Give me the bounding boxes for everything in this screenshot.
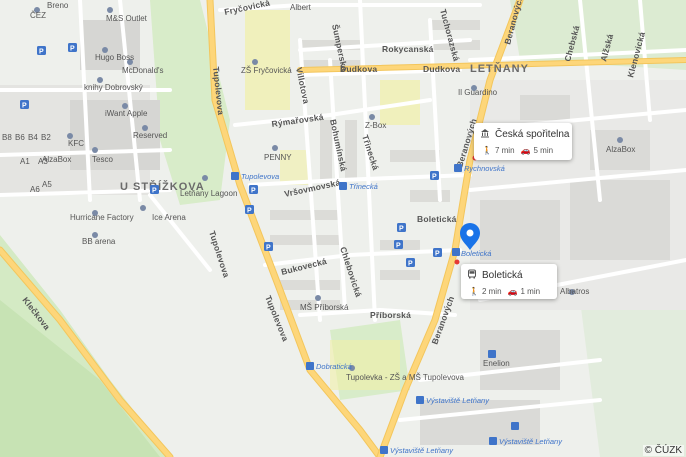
street-label: Dudkova	[423, 64, 460, 74]
info-card-bus-stop[interactable]: Boletická 🚶 2 min 🚗 1 min	[461, 264, 557, 299]
stop-label: Rychnovská	[464, 164, 505, 173]
svg-text:A6: A6	[30, 185, 40, 194]
district-label: LETŇANY	[470, 62, 529, 75]
card-times: 🚶 2 min 🚗 1 min	[467, 287, 557, 296]
poi-label: BB arena	[82, 237, 116, 246]
poi-label: Reserved	[133, 131, 167, 140]
poi-label: AlzaBox	[42, 155, 71, 164]
svg-text:P: P	[22, 103, 27, 110]
green-area	[245, 10, 290, 110]
poi-label: Ice Arena	[152, 213, 186, 222]
svg-text:A1: A1	[20, 157, 30, 166]
bank-icon	[480, 128, 490, 141]
poi-label: Hurricane Factory	[70, 213, 134, 222]
svg-text:B6: B6	[15, 133, 25, 142]
poi-label: Hugo Boss	[95, 53, 134, 62]
svg-text:B4: B4	[28, 133, 38, 142]
svg-text:P: P	[251, 188, 256, 195]
poi-label: AlzaBox	[606, 145, 635, 154]
svg-text:P: P	[396, 243, 401, 250]
walk-icon: 🚶	[469, 287, 479, 296]
poi-label: Tupolevka - ZŠ a MŠ Tupolevova	[346, 373, 465, 382]
svg-text:P: P	[408, 261, 413, 268]
svg-text:B2: B2	[41, 133, 51, 142]
map-canvas[interactable]: Fryčovická Rokycanská Tuchorazská Dudkov…	[0, 0, 686, 457]
street-label: Boletická	[417, 214, 457, 224]
stop-label: Výstaviště Letňany	[499, 437, 563, 446]
street-label: Příborská	[370, 310, 411, 320]
stop-label: Výstaviště Letňany	[390, 446, 454, 455]
walk-start-dot	[454, 259, 460, 265]
stop-label: Dobratická	[316, 362, 352, 371]
poi-label: Breno	[47, 1, 69, 10]
building	[570, 180, 670, 260]
walk-time: 2 min	[481, 287, 502, 296]
poi-label: MŠ Příborská	[300, 303, 349, 312]
poi-label: PENNY	[264, 153, 292, 162]
stop-label: Tupolevova	[241, 172, 279, 181]
street-label: Rokycanská	[382, 44, 434, 54]
car-icon: 🚗	[520, 146, 531, 155]
building	[520, 95, 570, 120]
stop-label: Boletická	[461, 249, 491, 258]
poi-label: ČEZ	[30, 11, 46, 20]
svg-text:P: P	[70, 46, 75, 53]
poi-label: Letňany Lagoon	[180, 189, 237, 198]
card-times: 🚶 7 min 🚗 5 min	[480, 146, 572, 155]
card-title: Boletická	[482, 270, 523, 281]
svg-text:B8: B8	[2, 133, 12, 142]
bus-icon	[467, 269, 477, 282]
poi-label: Albatros	[560, 287, 589, 296]
poi-label: McDonald's	[122, 66, 164, 75]
poi-label: Z-Box	[365, 121, 386, 130]
poi-label: M&S Outlet	[106, 14, 148, 23]
svg-text:P: P	[152, 188, 157, 195]
poi-label: Enelion	[483, 359, 510, 368]
drive-time: 5 min	[533, 146, 554, 155]
svg-text:P: P	[435, 251, 440, 258]
poi-label: ZŠ Fryčovická	[241, 66, 292, 75]
drive-time: 1 min	[520, 287, 541, 296]
card-title-row: Boletická	[467, 269, 557, 282]
poi-label: Tesco	[92, 155, 113, 164]
poi-label: Albert	[290, 3, 312, 12]
walk-icon: 🚶	[482, 146, 492, 155]
poi-label: Il Guardino	[458, 88, 498, 97]
svg-text:P: P	[39, 49, 44, 56]
svg-text:P: P	[399, 226, 404, 233]
poi-label: iWant Apple	[105, 109, 148, 118]
poi-label: KFC	[68, 139, 84, 148]
svg-text:P: P	[247, 208, 252, 215]
info-card-bank[interactable]: Česká spořitelna 🚶 7 min 🚗 5 min	[474, 123, 572, 160]
poi-label: knihy Dobrovský	[84, 83, 143, 92]
walk-time: 7 min	[494, 146, 515, 155]
building	[480, 200, 560, 260]
svg-text:P: P	[266, 245, 271, 252]
car-icon: 🚗	[507, 287, 518, 296]
card-title-row: Česká spořitelna	[480, 128, 572, 141]
map-copyright: © ČÚZK	[642, 445, 684, 456]
svg-text:P: P	[432, 174, 437, 181]
stop-label: Výstaviště Letňany	[426, 396, 490, 405]
stop-label: Třinecká	[349, 182, 378, 191]
svg-text:A5: A5	[42, 180, 52, 189]
card-title: Česká spořitelna	[495, 129, 570, 140]
